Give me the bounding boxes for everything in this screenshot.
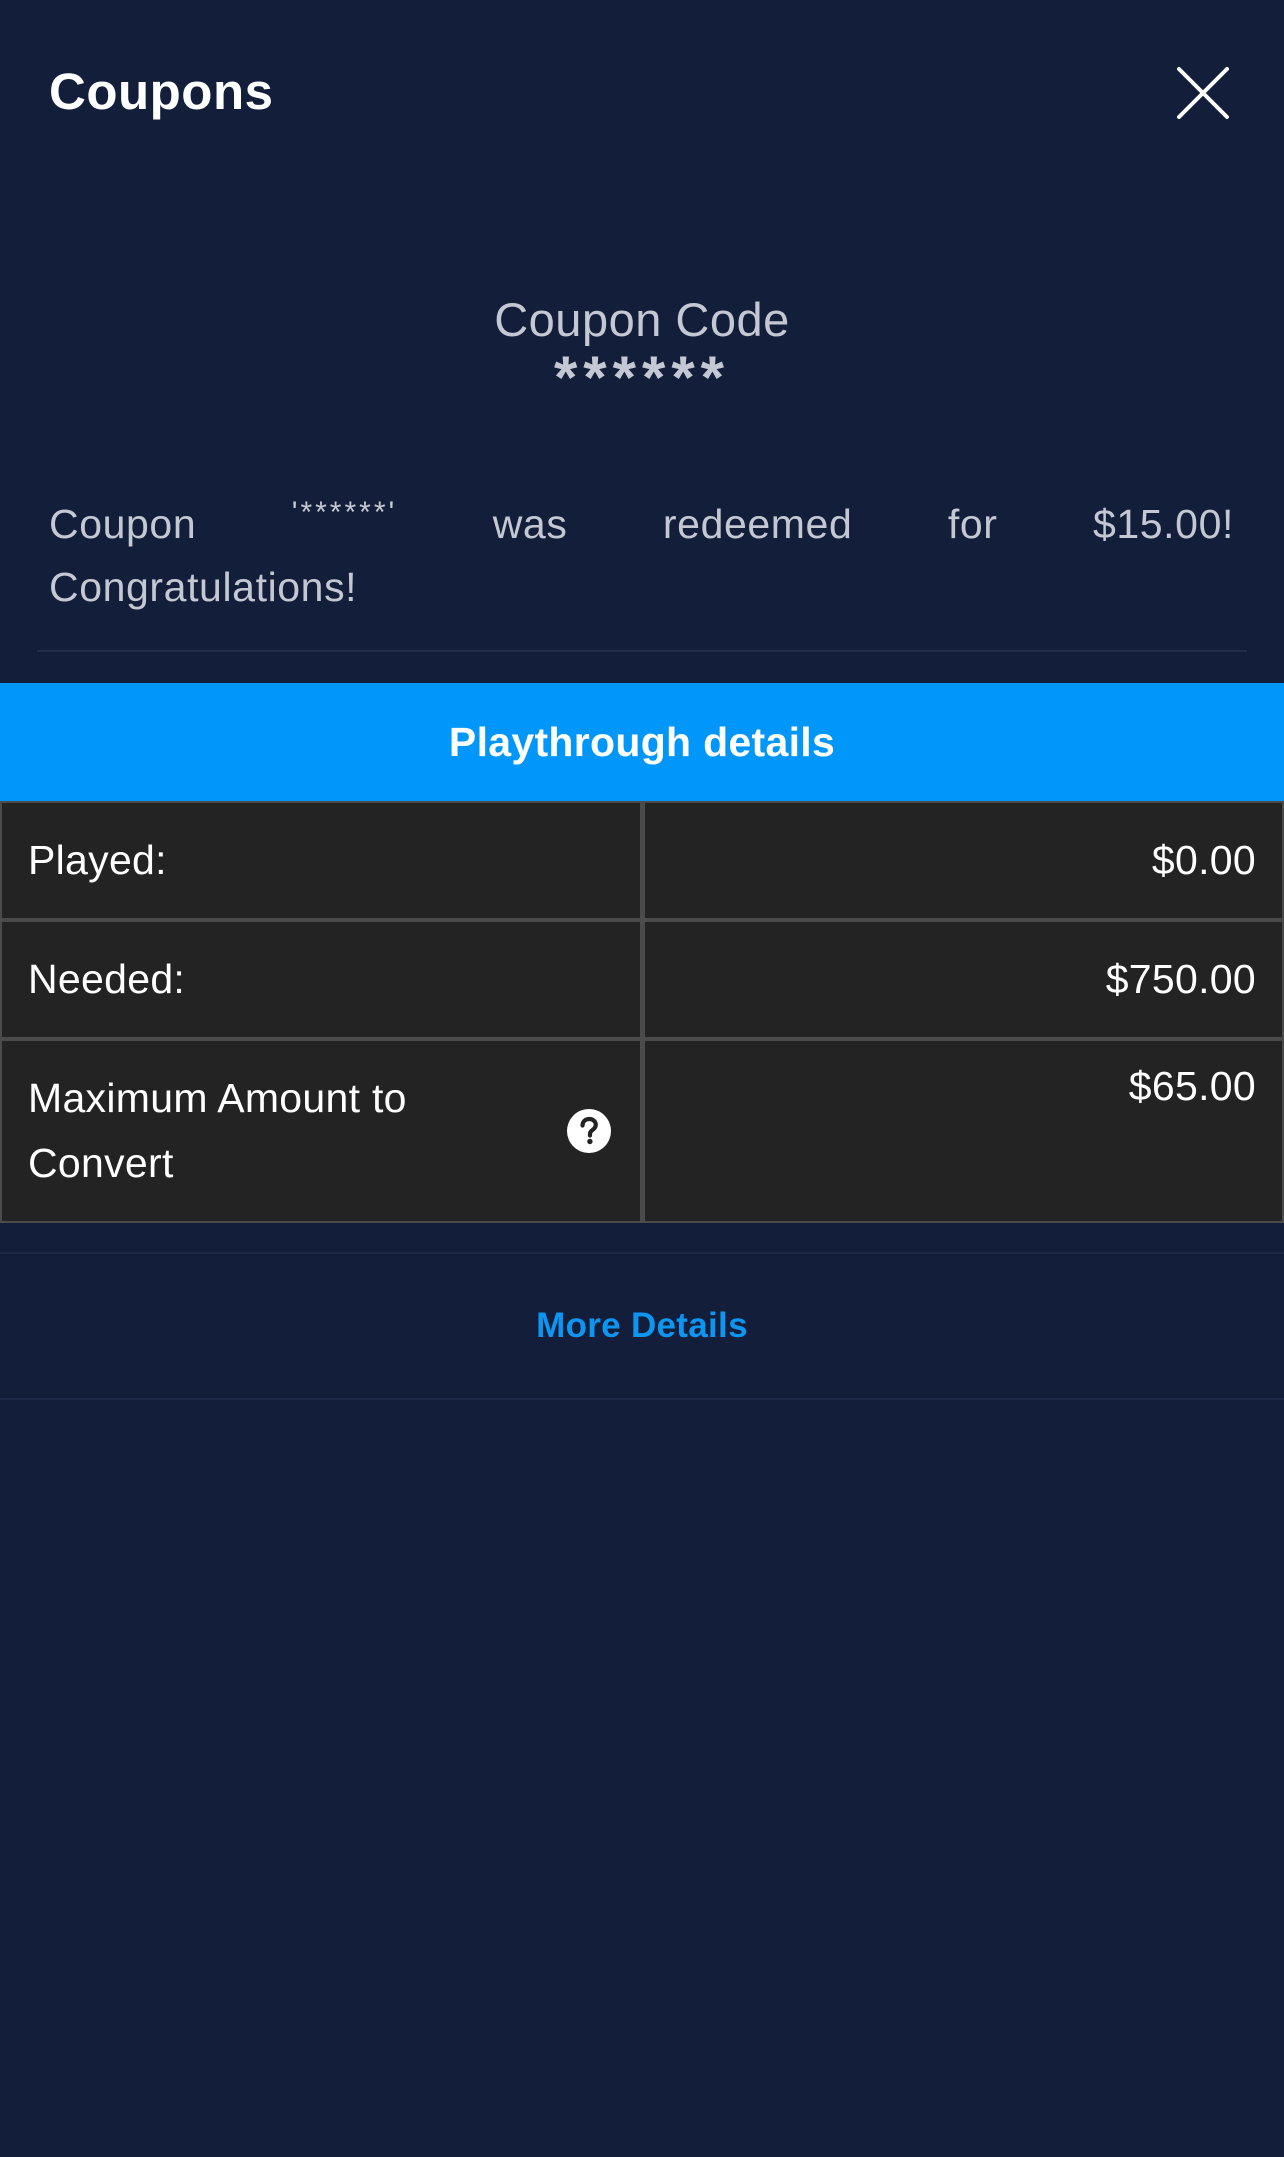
needed-label: Needed:	[2, 922, 640, 1037]
max-convert-cell: Maximum Amount to Convert	[2, 1041, 640, 1221]
redeem-message: Coupon '******' was redeemed for $15.00!…	[49, 493, 1234, 619]
message-word: Coupon	[49, 501, 197, 547]
divider	[0, 1398, 1284, 1400]
question-circle-icon[interactable]	[566, 1108, 612, 1154]
close-button[interactable]	[1172, 62, 1234, 124]
played-value: $0.00	[644, 803, 1282, 918]
message-word: redeemed	[662, 501, 853, 547]
coupon-code-value: ******	[553, 344, 731, 411]
close-icon	[1172, 62, 1234, 124]
coupon-code-label: Coupon Code	[494, 293, 790, 346]
message-word: '******'	[291, 496, 398, 529]
table-row: Maximum Amount to Convert $65.00	[2, 1041, 1282, 1221]
header: Coupons	[0, 0, 1284, 185]
redeem-message-line1: Coupon '******' was redeemed for $15.00!	[49, 493, 1234, 556]
coupon-code-block: Coupon Code ******	[0, 290, 1284, 411]
played-label: Played:	[2, 803, 640, 918]
needed-value: $750.00	[644, 922, 1282, 1037]
message-word: $15.00!	[1092, 501, 1234, 547]
table-row: Needed: $750.00	[2, 922, 1282, 1037]
redeem-message-line2: Congratulations!	[49, 564, 358, 610]
table-row: Played: $0.00	[2, 803, 1282, 918]
max-convert-label: Maximum Amount to Convert	[28, 1075, 407, 1186]
page-title: Coupons	[49, 63, 274, 120]
divider	[37, 650, 1247, 652]
coupons-page: Coupons Coupon Code ****** Coupon '*****…	[0, 0, 1284, 2157]
playthrough-header: Playthrough details	[0, 683, 1284, 801]
message-word: for	[947, 501, 998, 547]
playthrough-table: Played: $0.00 Needed: $750.00 Maximum Am…	[0, 801, 1284, 1223]
more-details-link[interactable]: More Details	[0, 1254, 1284, 1398]
message-word: was	[492, 501, 568, 547]
max-convert-value: $65.00	[644, 1041, 1282, 1221]
